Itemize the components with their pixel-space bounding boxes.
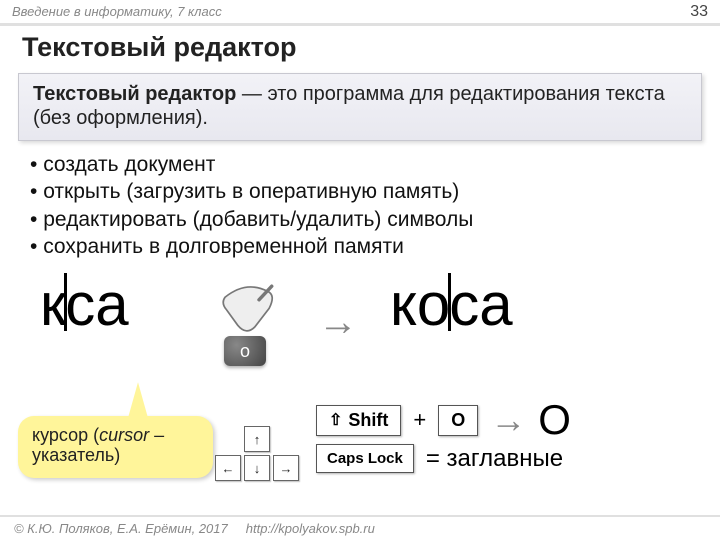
- copyright: © К.Ю. Поляков, Е.А. Ерёмин, 2017: [14, 521, 228, 536]
- page-number: 33: [690, 3, 708, 21]
- list-item: редактировать (добавить/удалить) символы: [30, 206, 720, 233]
- list-item: сохранить в долговременной памяти: [30, 233, 720, 260]
- list-item: создать документ: [30, 151, 720, 178]
- callout-italic: cursor: [99, 425, 149, 445]
- arrow-right-icon: →: [318, 300, 358, 345]
- capital-o: О: [538, 396, 571, 444]
- word-part: к: [40, 271, 66, 338]
- key-letter: о: [240, 341, 250, 362]
- arrow-right-key-icon: →: [273, 455, 299, 481]
- capslock-row: Caps Lock = заглавные: [316, 444, 563, 473]
- capslock-key-icon: Caps Lock: [316, 444, 414, 473]
- shift-arrow-icon: ⇧: [329, 410, 342, 430]
- arrow-left-key-icon: ←: [215, 455, 241, 481]
- plus-sign: +: [413, 407, 426, 433]
- word-part: са: [65, 271, 128, 338]
- shift-key-icon: ⇧ Shift: [316, 405, 401, 436]
- course-label: Введение в информатику, 7 класс: [12, 4, 222, 19]
- arrow-right-icon: →: [490, 399, 526, 441]
- capslock-desc: = заглавные: [426, 445, 563, 473]
- illustration-row: кса о → коса: [0, 266, 720, 386]
- footer-url: http://kpolyakov.spb.ru: [246, 521, 375, 536]
- lower-row: курсор (cursor – указатель) ↑ ← ↓ → ⇧ Sh…: [0, 386, 720, 521]
- o-key-icon: O: [438, 405, 478, 436]
- arrow-down-key-icon: ↓: [244, 455, 270, 481]
- arrow-keys-icon: ↑ ← ↓ →: [215, 426, 299, 481]
- callout-text: курсор (: [32, 425, 99, 445]
- slide-header: Введение в информатику, 7 класс 33: [0, 0, 720, 26]
- arrow-up-key-icon: ↑: [244, 426, 270, 452]
- bullet-list: создать документ открыть (загрузить в оп…: [0, 149, 720, 260]
- word-part: са: [449, 271, 512, 338]
- shift-combo-row: ⇧ Shift + O → О: [316, 396, 571, 444]
- list-item: открыть (загрузить в оперативную память): [30, 178, 720, 205]
- shift-label: Shift: [348, 410, 388, 431]
- cursor-callout: курсор (cursor – указатель): [18, 416, 213, 478]
- word-after: коса: [390, 270, 513, 339]
- slide-title: Текстовый редактор: [0, 26, 720, 69]
- definition-box: Текстовый редактор — это программа для р…: [18, 73, 702, 141]
- word-part: ко: [390, 271, 450, 338]
- word-before: кса: [40, 270, 129, 339]
- key-o-icon: о: [224, 336, 266, 366]
- slide-footer: © К.Ю. Поляков, Е.А. Ерёмин, 2017 http:/…: [0, 515, 720, 540]
- definition-term: Текстовый редактор: [33, 83, 236, 105]
